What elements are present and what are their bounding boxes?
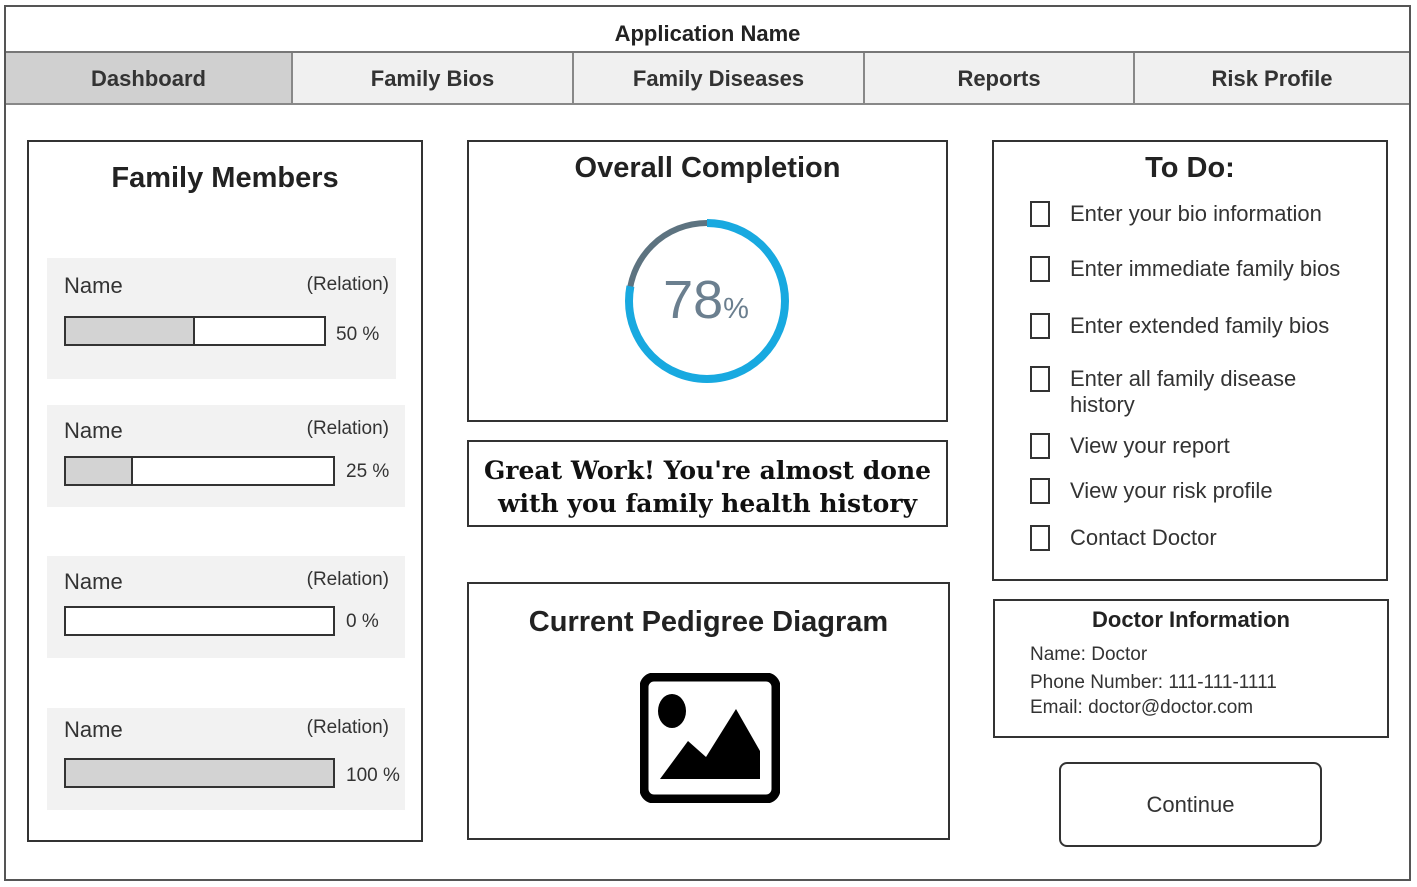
member-relation: (Relation) (306, 717, 389, 738)
completion-ring: 78% (625, 219, 789, 383)
todo-label: Enter immediate family bios (1070, 256, 1341, 281)
image-placeholder-icon[interactable] (640, 673, 780, 803)
member-progress-percent: 25 % (346, 461, 390, 482)
message-line-1: Great Work! You're almost done (483, 456, 932, 485)
todo-checkbox[interactable] (1030, 433, 1050, 459)
todo-item-contact-doctor[interactable]: Contact Doctor (1030, 525, 1217, 551)
member-progress-bar (64, 606, 335, 636)
todo-panel: To Do: Enter your bio information Enter … (992, 140, 1388, 581)
todo-item-bio[interactable]: Enter your bio information (1030, 201, 1322, 227)
member-progress-bar (64, 456, 335, 486)
todo-item-immediate-family[interactable]: Enter immediate family bios (1030, 256, 1340, 282)
member-relation: (Relation) (306, 569, 389, 590)
todo-checkbox[interactable] (1030, 478, 1050, 504)
tab-dashboard[interactable]: Dashboard (6, 53, 293, 103)
family-members-panel: Family Members Name (Relation) 50 % Name… (27, 140, 423, 842)
todo-label: Contact Doctor (1070, 525, 1217, 550)
tab-bar: Dashboard Family Bios Family Diseases Re… (6, 53, 1409, 105)
member-name: Name (64, 717, 123, 742)
tab-reports[interactable]: Reports (865, 53, 1135, 103)
todo-label: Enter extended family bios (1070, 313, 1330, 338)
todo-item-view-report[interactable]: View your report (1030, 433, 1230, 459)
todo-checkbox[interactable] (1030, 256, 1050, 282)
member-relation: (Relation) (306, 418, 389, 439)
todo-item-extended-family[interactable]: Enter extended family bios (1030, 313, 1329, 339)
tab-family-bios[interactable]: Family Bios (293, 53, 574, 103)
doctor-phone: Phone Number: 111-111-1111 (1030, 672, 1277, 693)
todo-label: Enter all family disease history (1070, 366, 1297, 417)
doctor-name: Name: Doctor (1030, 644, 1148, 665)
tab-family-diseases[interactable]: Family Diseases (574, 53, 865, 103)
todo-item-disease-history[interactable]: Enter all family disease history (1030, 366, 1330, 418)
tab-risk-profile[interactable]: Risk Profile (1135, 53, 1409, 103)
member-progress-percent: 100 % (346, 765, 400, 786)
member-name: Name (64, 418, 123, 443)
doctor-email[interactable]: Email: doctor@doctor.com (1030, 697, 1253, 719)
family-member-card[interactable]: Name (Relation) 50 % (47, 258, 396, 379)
todo-checkbox[interactable] (1030, 313, 1050, 339)
continue-button[interactable]: Continue (1059, 762, 1322, 847)
member-progress-bar (64, 316, 326, 346)
overall-completion-panel: Overall Completion 78% (467, 140, 948, 422)
pedigree-title: Current Pedigree Diagram (528, 606, 889, 638)
todo-label: View your risk profile (1070, 478, 1273, 503)
family-member-card[interactable]: Name (Relation) 100 % (47, 708, 405, 810)
todo-item-risk-profile[interactable]: View your risk profile (1030, 478, 1273, 504)
todo-label: Enter your bio information (1070, 201, 1322, 226)
member-name: Name (64, 569, 123, 594)
message-line-2: with you family health history (497, 489, 918, 518)
member-progress-bar (64, 758, 335, 788)
family-member-card[interactable]: Name (Relation) 25 % (47, 405, 405, 507)
todo-checkbox[interactable] (1030, 366, 1050, 392)
family-member-card[interactable]: Name (Relation) 0 % (47, 556, 405, 658)
todo-checkbox[interactable] (1030, 525, 1050, 551)
doctor-info-panel: Doctor Information Name: Doctor Phone Nu… (993, 599, 1389, 738)
completion-value: 78% (663, 270, 749, 330)
todo-checkbox[interactable] (1030, 201, 1050, 227)
todo-title: To Do: (1145, 152, 1235, 184)
overall-completion-title: Overall Completion (574, 152, 841, 184)
doctor-info-title: Doctor Information (1092, 607, 1290, 632)
app-title: Application Name (6, 7, 1409, 53)
member-progress-percent: 50 % (336, 324, 380, 345)
member-progress-fill (66, 760, 333, 786)
member-relation: (Relation) (306, 274, 389, 295)
todo-label: View your report (1070, 433, 1230, 458)
member-progress-fill (66, 458, 133, 484)
member-progress-fill (66, 318, 195, 344)
encouragement-message: Great Work! You're almost done with you … (467, 440, 948, 527)
pedigree-diagram-panel: Current Pedigree Diagram (467, 582, 950, 840)
member-progress-percent: 0 % (346, 611, 379, 632)
member-name: Name (64, 273, 123, 298)
family-members-title: Family Members (111, 162, 339, 194)
